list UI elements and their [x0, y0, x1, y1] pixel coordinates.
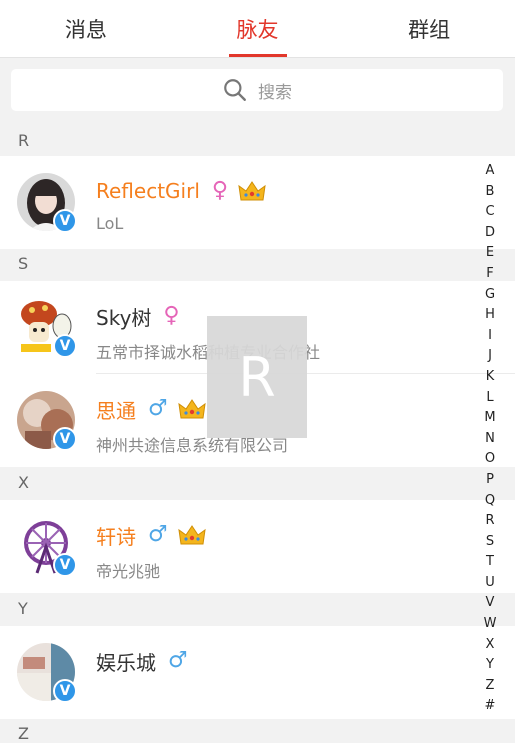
index-letter[interactable]: T: [480, 552, 500, 573]
contact-row-xuanshi[interactable]: V 轩诗 ♂ 帝光兆驰: [0, 500, 515, 593]
index-letter[interactable]: U: [480, 573, 500, 594]
index-letter[interactable]: J: [480, 346, 500, 367]
verified-badge-icon: V: [53, 334, 77, 358]
section-header-z: Z: [0, 719, 515, 743]
male-icon: ♂: [168, 648, 188, 673]
index-letter[interactable]: C: [480, 202, 500, 223]
female-icon: ♀: [163, 303, 180, 328]
index-letter[interactable]: V: [480, 593, 500, 614]
name-line: ReflectGirl ♀: [96, 176, 266, 206]
index-letter[interactable]: N: [480, 429, 500, 450]
index-letter[interactable]: S: [480, 532, 500, 553]
search-area: 搜索: [0, 58, 515, 126]
section-header-x: X: [0, 468, 515, 498]
verified-badge-icon: V: [53, 209, 77, 233]
section-letter: R: [18, 131, 30, 150]
index-letter[interactable]: B: [480, 182, 500, 203]
index-letter[interactable]: L: [480, 388, 500, 409]
avatar: V: [17, 173, 77, 233]
index-letter[interactable]: G: [480, 285, 500, 306]
contact-name: 轩诗: [96, 524, 136, 549]
tab-contacts[interactable]: 脉友: [172, 0, 344, 57]
index-letter[interactable]: Z: [480, 676, 500, 697]
crown-icon: [178, 525, 206, 545]
letter-overlay: R: [207, 316, 307, 438]
verified-badge-icon: V: [53, 679, 77, 703]
male-icon: ♂: [148, 396, 168, 421]
tab-bar: 消息 脉友 群组: [0, 0, 515, 58]
verified-badge-icon: V: [53, 427, 77, 451]
section-header-s: S: [0, 249, 515, 279]
index-letter[interactable]: Q: [480, 491, 500, 512]
section-letter: X: [18, 473, 29, 492]
index-letter[interactable]: K: [480, 367, 500, 388]
search-icon: [224, 79, 246, 101]
avatar: V: [17, 391, 77, 451]
index-letter[interactable]: W: [480, 614, 500, 635]
verified-badge-icon: V: [53, 553, 77, 577]
crown-icon: [238, 181, 266, 201]
index-letter[interactable]: P: [480, 470, 500, 491]
index-letter[interactable]: H: [480, 305, 500, 326]
section-letter: Y: [18, 599, 28, 618]
contact-name: 思通: [96, 398, 136, 423]
crown-icon: [178, 399, 206, 419]
avatar: V: [17, 517, 77, 577]
section-header-y: Y: [0, 594, 515, 624]
index-letter[interactable]: I: [480, 326, 500, 347]
index-letter[interactable]: D: [480, 223, 500, 244]
avatar: V: [17, 298, 77, 358]
index-letter[interactable]: Y: [480, 655, 500, 676]
search-input[interactable]: 搜索: [11, 69, 503, 111]
contact-name: 娱乐城: [96, 650, 156, 675]
name-line: Sky树 ♀: [96, 301, 190, 331]
tab-messages[interactable]: 消息: [0, 0, 172, 57]
index-letter[interactable]: R: [480, 511, 500, 532]
contact-row-reflectgirl[interactable]: V ReflectGirl ♀ LoL: [0, 156, 515, 249]
avatar: V: [17, 643, 77, 703]
name-line: 思通 ♂: [96, 394, 206, 424]
index-letter[interactable]: #: [480, 696, 500, 717]
index-letter[interactable]: A: [480, 161, 500, 182]
name-line: 轩诗 ♂: [96, 520, 206, 550]
section-letter: S: [18, 254, 29, 273]
tab-groups[interactable]: 群组: [343, 0, 515, 57]
contact-subtitle: LoL: [96, 214, 124, 233]
male-icon: ♂: [148, 522, 168, 547]
contact-subtitle: 帝光兆驰: [96, 562, 161, 581]
section-header-r: R: [0, 126, 515, 156]
index-letter[interactable]: E: [480, 243, 500, 264]
name-line: 娱乐城 ♂: [96, 646, 198, 676]
index-letter[interactable]: M: [480, 408, 500, 429]
index-letter[interactable]: F: [480, 264, 500, 285]
contact-row-yulecheng[interactable]: V 娱乐城 ♂: [0, 626, 515, 719]
female-icon: ♀: [211, 178, 229, 203]
section-letter: Z: [18, 724, 29, 743]
search-placeholder: 搜索: [258, 82, 292, 103]
alphabet-index[interactable]: A B C D E F G H I J K L M N O P Q R S T …: [480, 161, 500, 717]
contact-name: ReflectGirl: [96, 179, 200, 203]
contact-name: Sky树: [96, 305, 152, 330]
index-letter[interactable]: X: [480, 635, 500, 656]
index-letter[interactable]: O: [480, 449, 500, 470]
